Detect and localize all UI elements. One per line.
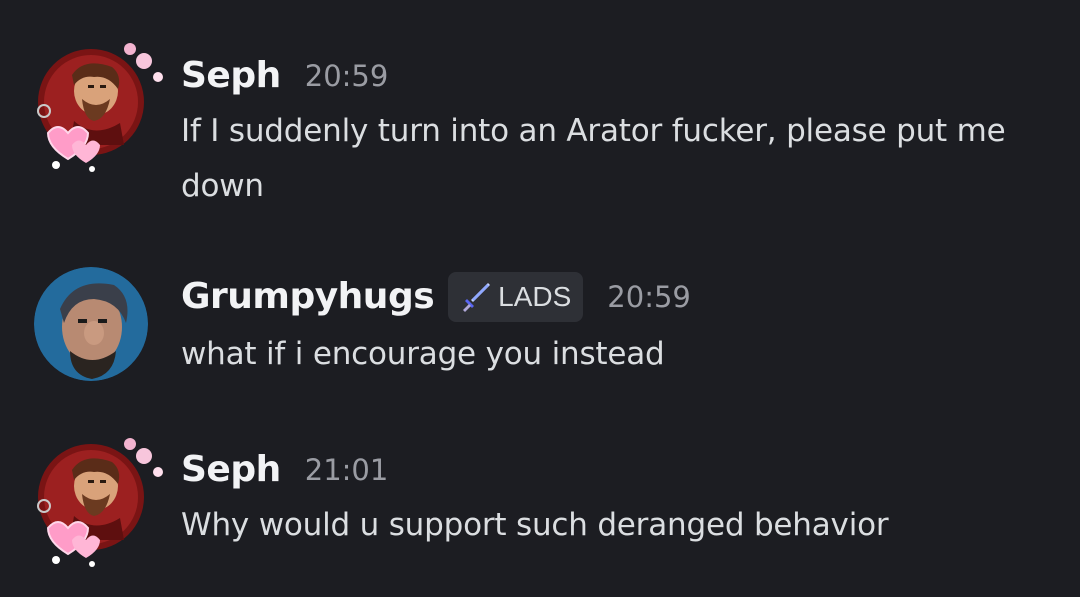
message-header: Seph 20:59 [181,56,388,96]
message-text: Why would u support such deranged behavi… [181,507,889,543]
chat-message-list: Seph 20:59 If I suddenly turn into an Ar… [0,0,1080,597]
timestamp[interactable]: 20:59 [305,61,389,91]
user-avatar-icon [34,267,148,381]
server-tag[interactable]: LADS [448,272,584,322]
server-tag-label: LADS [498,281,572,312]
message-header: Seph 21:01 [181,450,388,490]
avatar[interactable] [34,438,163,567]
timestamp[interactable]: 20:59 [607,282,691,312]
message-text: If I suddenly turn into an Arator fucker… [181,113,1006,204]
message-text: what if i encourage you instead [181,336,665,372]
avatar[interactable] [34,43,163,172]
sword-icon [463,283,491,312]
timestamp[interactable]: 21:01 [305,455,389,485]
message-header: Grumpyhugs LADS 20:59 [181,272,691,322]
avatar[interactable] [34,267,148,381]
username[interactable]: Seph [181,58,281,94]
hearts-decoration-icon [37,438,163,567]
username[interactable]: Seph [181,452,281,488]
hearts-decoration-icon [37,43,163,172]
username[interactable]: Grumpyhugs [181,279,435,315]
